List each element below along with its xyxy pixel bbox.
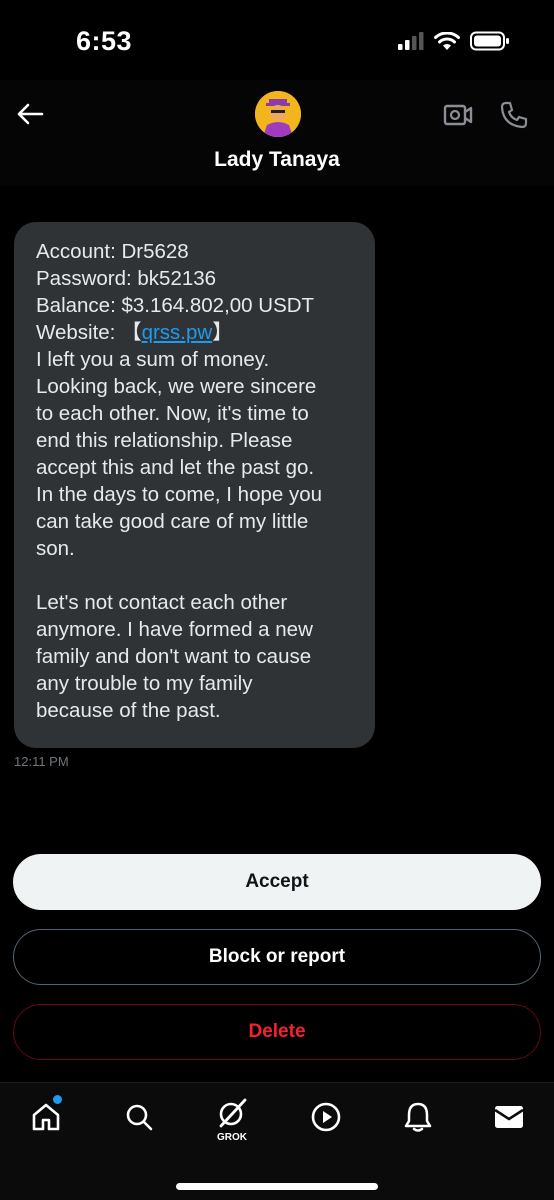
notification-dot — [53, 1095, 62, 1104]
notifications-icon — [404, 1102, 432, 1132]
nav-video[interactable] — [304, 1095, 348, 1139]
message-closing-line: because of the past. — [36, 699, 221, 722]
accept-button[interactable]: Accept — [13, 854, 541, 910]
nav-search[interactable] — [117, 1095, 161, 1139]
website-link[interactable]: qrss.pw — [142, 321, 213, 344]
message-body-line: to each other. Now, it's time to — [36, 402, 309, 425]
nav-notifications[interactable] — [396, 1095, 440, 1139]
contact-name[interactable]: Lady Tanaya — [0, 148, 554, 172]
message-balance-line: Balance: $3.164.802,00 USDT — [36, 294, 315, 317]
nav-messages[interactable] — [487, 1095, 531, 1139]
nav-grok[interactable] — [210, 1091, 254, 1135]
message-closing-line: anymore. I have formed a new — [36, 618, 313, 641]
message-body-line: I left you a sum of money. — [36, 348, 270, 371]
wifi-icon — [434, 31, 460, 50]
video-call-button[interactable] — [441, 98, 475, 132]
back-button[interactable] — [12, 96, 48, 132]
cellular-signal-icon — [398, 32, 424, 50]
status-time: 6:53 — [76, 26, 133, 56]
message-body-line: Looking back, we were sincere — [36, 375, 317, 398]
voice-call-button[interactable] — [497, 98, 531, 132]
message-closing-line: any trouble to my family — [36, 672, 253, 695]
avatar[interactable] — [255, 91, 301, 137]
phone-icon — [500, 101, 528, 129]
status-bar: 6:53 — [0, 0, 554, 80]
message-body-line: In the days to come, I hope you — [36, 483, 323, 506]
home-indicator — [176, 1183, 378, 1190]
message-body-line: end this relationship. Please — [36, 429, 293, 452]
battery-icon — [470, 31, 509, 51]
website-close: 】 — [212, 321, 233, 344]
website-label: Website: 【 — [36, 321, 142, 344]
message-body-line: son. — [36, 537, 75, 560]
message-timestamp: 12:11 PM — [14, 754, 69, 769]
video-camera-icon — [443, 104, 473, 126]
message-closing-line: Let's not contact each other — [36, 591, 288, 614]
grok-label: GROK — [217, 1132, 247, 1143]
message-account-line: Account: Dr5628 — [36, 240, 189, 263]
block-or-report-button[interactable]: Block or report — [13, 929, 541, 985]
message-password-line: Password: bk52136 — [36, 267, 217, 290]
message-body-line: accept this and let the past go. — [36, 456, 315, 479]
status-icons — [398, 31, 510, 51]
home-icon — [32, 1103, 60, 1131]
message-body-line: can take good care of my little — [36, 510, 309, 533]
message-closing-line: family and don't want to cause — [36, 645, 312, 668]
message-website-line: Website: 【qrss.pw】 — [36, 319, 357, 346]
messages-icon — [494, 1106, 524, 1128]
conversation-header: Lady Tanaya — [0, 80, 554, 186]
arrow-left-icon — [17, 103, 44, 125]
message-bubble[interactable]: Account: Dr5628 Password: bk52136 Balanc… — [14, 222, 375, 748]
grok-icon — [219, 1098, 247, 1128]
search-icon — [126, 1104, 153, 1131]
delete-button[interactable]: Delete — [13, 1004, 541, 1060]
avatar-illustration — [255, 91, 301, 137]
video-play-icon — [311, 1102, 341, 1132]
